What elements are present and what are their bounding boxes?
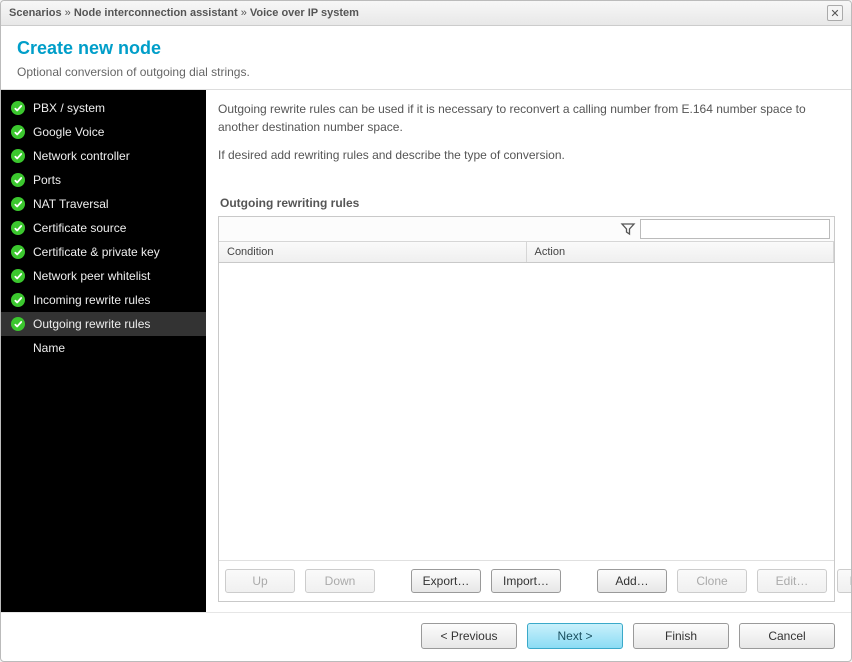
- table-filter-row: [219, 217, 834, 242]
- wizard-step[interactable]: Certificate & private key: [1, 240, 206, 264]
- wizard-step-label: Outgoing rewrite rules: [33, 317, 150, 331]
- check-icon: [11, 197, 25, 211]
- wizard-step-label: Ports: [33, 173, 61, 187]
- add-button[interactable]: Add…: [597, 569, 667, 593]
- next-button[interactable]: Next >: [527, 623, 623, 649]
- page-subtitle: Optional conversion of outgoing dial str…: [17, 65, 835, 79]
- up-button[interactable]: Up: [225, 569, 295, 593]
- check-icon: [11, 101, 25, 115]
- column-condition[interactable]: Condition: [219, 242, 527, 262]
- check-icon: [11, 173, 25, 187]
- wizard-step-label: NAT Traversal: [33, 197, 109, 211]
- wizard-step[interactable]: Ports: [1, 168, 206, 192]
- close-button[interactable]: ✕: [827, 5, 843, 21]
- wizard-step[interactable]: NAT Traversal: [1, 192, 206, 216]
- wizard-step-label: Network peer whitelist: [33, 269, 150, 283]
- rules-table: Condition Action Up Down Export… Import……: [218, 216, 835, 602]
- wizard-step[interactable]: Incoming rewrite rules: [1, 288, 206, 312]
- wizard-dialog: Scenarios » Node interconnection assista…: [0, 0, 852, 662]
- wizard-step[interactable]: Outgoing rewrite rules: [1, 312, 206, 336]
- breadcrumb: Scenarios » Node interconnection assista…: [9, 7, 359, 19]
- edit-button[interactable]: Edit…: [757, 569, 827, 593]
- header: Create new node Optional conversion of o…: [1, 26, 851, 90]
- wizard-step-label: Incoming rewrite rules: [33, 293, 150, 307]
- table-body: [219, 263, 834, 560]
- close-icon: ✕: [830, 7, 839, 20]
- wizard-step-label: PBX / system: [33, 101, 105, 115]
- check-icon: [11, 125, 25, 139]
- down-button[interactable]: Down: [305, 569, 375, 593]
- wizard-step-label: Certificate & private key: [33, 245, 160, 259]
- intro-line-1: Outgoing rewrite rules can be used if it…: [218, 100, 835, 136]
- intro-line-2: If desired add rewriting rules and descr…: [218, 146, 835, 164]
- filter-input[interactable]: [640, 219, 830, 239]
- remove-button[interactable]: Remove: [837, 569, 851, 593]
- check-icon: [11, 317, 25, 331]
- body: PBX / system Google Voice Network controll…: [1, 90, 851, 612]
- check-icon: [11, 245, 25, 259]
- wizard-step-label: Google Voice: [33, 125, 104, 139]
- main-panel: Outgoing rewrite rules can be used if it…: [206, 90, 851, 612]
- wizard-step-label: Name: [33, 341, 65, 355]
- wizard-step-label: Network controller: [33, 149, 130, 163]
- check-icon: [11, 149, 25, 163]
- wizard-step[interactable]: Certificate source: [1, 216, 206, 240]
- export-button[interactable]: Export…: [411, 569, 481, 593]
- wizard-step[interactable]: Network peer whitelist: [1, 264, 206, 288]
- wizard-step[interactable]: PBX / system: [1, 96, 206, 120]
- previous-button[interactable]: < Previous: [421, 623, 517, 649]
- filter-icon[interactable]: [620, 221, 636, 237]
- table-header: Condition Action: [219, 242, 834, 263]
- page-title: Create new node: [17, 38, 835, 59]
- cancel-button[interactable]: Cancel: [739, 623, 835, 649]
- check-icon: [11, 293, 25, 307]
- clone-button[interactable]: Clone: [677, 569, 747, 593]
- import-button[interactable]: Import…: [491, 569, 561, 593]
- column-action[interactable]: Action: [527, 242, 835, 262]
- check-icon: [11, 221, 25, 235]
- section-label: Outgoing rewriting rules: [220, 196, 835, 210]
- wizard-step[interactable]: Name: [1, 336, 206, 360]
- check-icon: [11, 269, 25, 283]
- wizard-step[interactable]: Network controller: [1, 144, 206, 168]
- titlebar: Scenarios » Node interconnection assista…: [1, 1, 851, 26]
- finish-button[interactable]: Finish: [633, 623, 729, 649]
- wizard-steps-sidebar: PBX / system Google Voice Network controll…: [1, 90, 206, 612]
- table-toolbar: Up Down Export… Import… Add… Clone Edit……: [219, 560, 834, 601]
- wizard-step-label: Certificate source: [33, 221, 126, 235]
- intro-text: Outgoing rewrite rules can be used if it…: [218, 100, 835, 174]
- wizard-footer: < Previous Next > Finish Cancel: [1, 612, 851, 661]
- wizard-step[interactable]: Google Voice: [1, 120, 206, 144]
